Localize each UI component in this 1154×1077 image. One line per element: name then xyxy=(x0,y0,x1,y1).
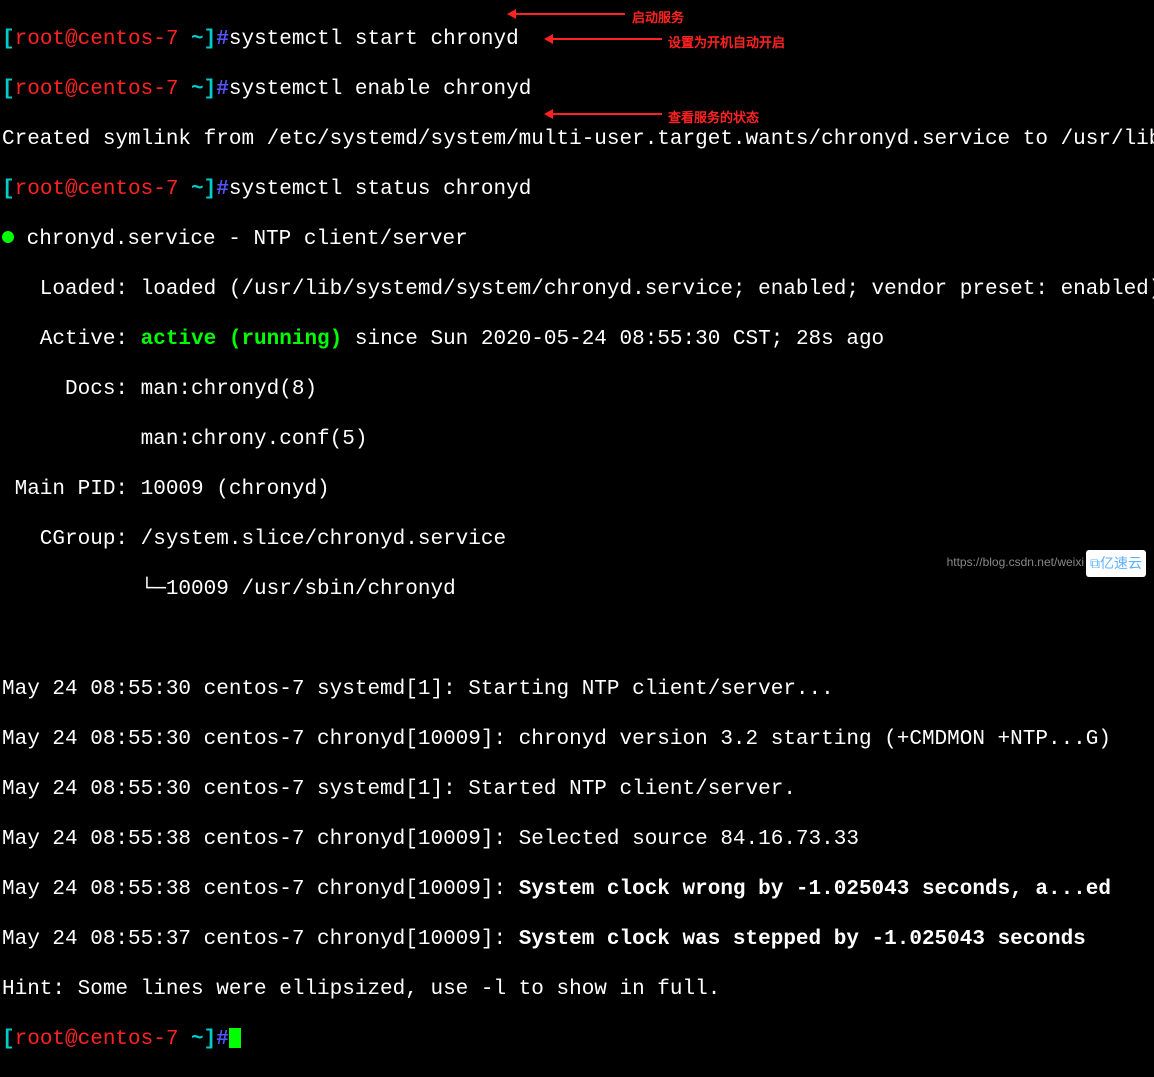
log-line-2: May 24 08:55:30 centos-7 chronyd[10009]:… xyxy=(2,727,1152,752)
line-symlink: Created symlink from /etc/systemd/system… xyxy=(2,127,1152,152)
arrow-icon xyxy=(552,38,662,40)
arrow-icon xyxy=(515,13,625,15)
line-mainpid: Main PID: 10009 (chronyd) xyxy=(2,477,1152,502)
line-loaded: Loaded: loaded (/usr/lib/systemd/system/… xyxy=(2,277,1152,302)
command-2: systemctl enable chronyd xyxy=(229,78,531,101)
prompt-bracket-close: ] xyxy=(204,28,217,51)
prompt-bracket: [ xyxy=(2,28,15,51)
log-line-6: May 24 08:55:37 centos-7 chronyd[10009]:… xyxy=(2,927,1152,952)
prompt-user: root@centos-7 xyxy=(15,28,179,51)
line-service: chronyd.service - NTP client/server xyxy=(2,227,1152,252)
line-blank xyxy=(2,627,1152,652)
prompt-hash: # xyxy=(216,28,229,51)
annotation-3: 查看服务的状态 xyxy=(668,105,759,130)
line-hint: Hint: Some lines were ellipsized, use -l… xyxy=(2,977,1152,1002)
line-prompt-final: [root@centos-7 ~]# xyxy=(2,1027,1152,1052)
arrow-icon xyxy=(552,113,662,115)
line-cgroup2: └─10009 /usr/sbin/chronyd xyxy=(2,577,1152,602)
cursor-icon xyxy=(229,1028,241,1048)
terminal-output[interactable]: [root@centos-7 ~]#systemctl start chrony… xyxy=(2,2,1152,1077)
log-line-3: May 24 08:55:30 centos-7 systemd[1]: Sta… xyxy=(2,777,1152,802)
line-3: [root@centos-7 ~]#systemctl status chron… xyxy=(2,177,1152,202)
line-active: Active: active (running) since Sun 2020-… xyxy=(2,327,1152,352)
prompt-cwd: ~ xyxy=(178,28,203,51)
active-dot-icon xyxy=(2,231,14,243)
log-line-4: May 24 08:55:38 centos-7 chronyd[10009]:… xyxy=(2,827,1152,852)
logo-badge: ⧉亿速云 xyxy=(1086,550,1146,577)
annotation-1: 启动服务 xyxy=(632,5,684,30)
watermark-text: https://blog.csdn.net/weixi xyxy=(947,550,1084,575)
log-line-5: May 24 08:55:38 centos-7 chronyd[10009]:… xyxy=(2,877,1152,902)
line-docs1: Docs: man:chronyd(8) xyxy=(2,377,1152,402)
active-state: active (running) xyxy=(141,328,343,351)
log-line-1: May 24 08:55:30 centos-7 systemd[1]: Sta… xyxy=(2,677,1152,702)
command-3: systemctl status chronyd xyxy=(229,178,531,201)
line-cgroup1: CGroup: /system.slice/chronyd.service xyxy=(2,527,1152,552)
annotation-2: 设置为开机自动开启 xyxy=(668,30,785,55)
line-docs2: man:chrony.conf(5) xyxy=(2,427,1152,452)
command-1: systemctl start chronyd xyxy=(229,28,519,51)
line-2: [root@centos-7 ~]#systemctl enable chron… xyxy=(2,77,1152,102)
